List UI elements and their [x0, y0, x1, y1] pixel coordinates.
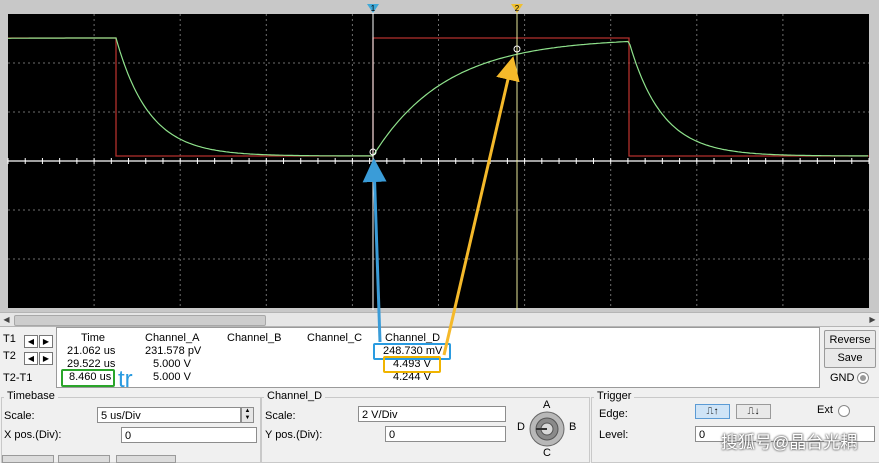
watermark: 搜狐号@晶台光耦	[721, 433, 858, 452]
knob-label-c: C	[543, 447, 551, 459]
delta-channel-a: 5.000 V	[153, 371, 191, 383]
t2-channel-a: 5.000 V	[153, 358, 191, 370]
rising-edge-button[interactable]: ⎍↑	[695, 404, 730, 419]
gnd-label: GND	[830, 372, 855, 384]
oscilloscope-display: 12	[0, 0, 879, 313]
timebase-xpos-label: X pos.(Div):	[4, 429, 62, 441]
trigger-level-label: Level:	[599, 429, 629, 441]
measurement-table: Time Channel_A Channel_B Channel_C Chann…	[56, 327, 820, 388]
knob-label-d: D	[517, 421, 525, 433]
channel-title: Channel_D	[264, 390, 326, 402]
trigger-title: Trigger	[594, 390, 635, 402]
header-time: Time	[81, 332, 106, 344]
channel-selector-knob-icon[interactable]	[528, 410, 566, 448]
rise-time-annotation: tr	[118, 366, 133, 393]
horizontal-scrollbar[interactable]: ◀ ▶	[0, 312, 879, 327]
timebase-scale-input[interactable]: 5 us/Div	[97, 407, 241, 423]
rising-edge-icon: ⎍↑	[706, 406, 719, 417]
highlight-rise-time	[61, 369, 115, 387]
cursor-t1-label: 1	[371, 4, 376, 13]
channel-ypos-label: Y pos.(Div):	[265, 429, 323, 441]
timebase-title: Timebase	[4, 390, 58, 402]
t2-right-arrow-icon[interactable]: ▶	[39, 352, 53, 365]
cursor-t2-label: 2	[515, 4, 520, 13]
falling-edge-button[interactable]: ⎍↓	[736, 404, 771, 419]
row-label-t2-t1: T2-T1	[3, 372, 33, 384]
header-channel-b: Channel_B	[227, 332, 282, 344]
gnd-radio[interactable]	[857, 372, 869, 384]
trigger-ext-label: Ext	[817, 404, 833, 416]
header-channel-a: Channel_A	[145, 332, 200, 344]
scroll-thumb[interactable]	[14, 315, 266, 326]
scroll-left-icon[interactable]: ◀	[0, 313, 13, 326]
channel-scale-label: Scale:	[265, 410, 296, 422]
save-button[interactable]: Save	[824, 348, 876, 368]
knob-label-b: B	[569, 421, 577, 433]
row-label-t2: T2	[3, 350, 16, 362]
header-channel-c: Channel_C	[307, 332, 363, 344]
trigger-ext-radio[interactable]	[838, 405, 850, 417]
scope-screen[interactable]: 12	[0, 0, 879, 313]
channel-scale-input[interactable]: 2 V/Div	[358, 406, 506, 422]
t1-left-arrow-icon[interactable]: ◀	[24, 335, 38, 348]
row-label-t1: T1	[3, 333, 16, 345]
falling-edge-icon: ⎍↓	[747, 406, 760, 417]
t1-channel-a: 231.578 pV	[145, 345, 202, 357]
timebase-scale-label: Scale:	[4, 410, 35, 422]
timebase-mode-button-1[interactable]	[2, 455, 54, 463]
t2-left-arrow-icon[interactable]: ◀	[24, 352, 38, 365]
scroll-right-icon[interactable]: ▶	[866, 313, 879, 326]
timebase-scale-spinner[interactable]: ▲ ▼	[241, 407, 254, 423]
highlight-t2-voltage	[383, 356, 441, 373]
channel-ypos-input[interactable]: 0	[385, 426, 506, 442]
t1-right-arrow-icon[interactable]: ▶	[39, 335, 53, 348]
reverse-button[interactable]: Reverse	[824, 330, 876, 350]
t1-time: 21.062 us	[67, 345, 116, 357]
trigger-edge-label: Edge:	[599, 408, 628, 420]
timebase-mode-button-3[interactable]	[116, 455, 176, 463]
timebase-xpos-input[interactable]: 0	[121, 427, 257, 443]
timebase-mode-button-2[interactable]	[58, 455, 110, 463]
